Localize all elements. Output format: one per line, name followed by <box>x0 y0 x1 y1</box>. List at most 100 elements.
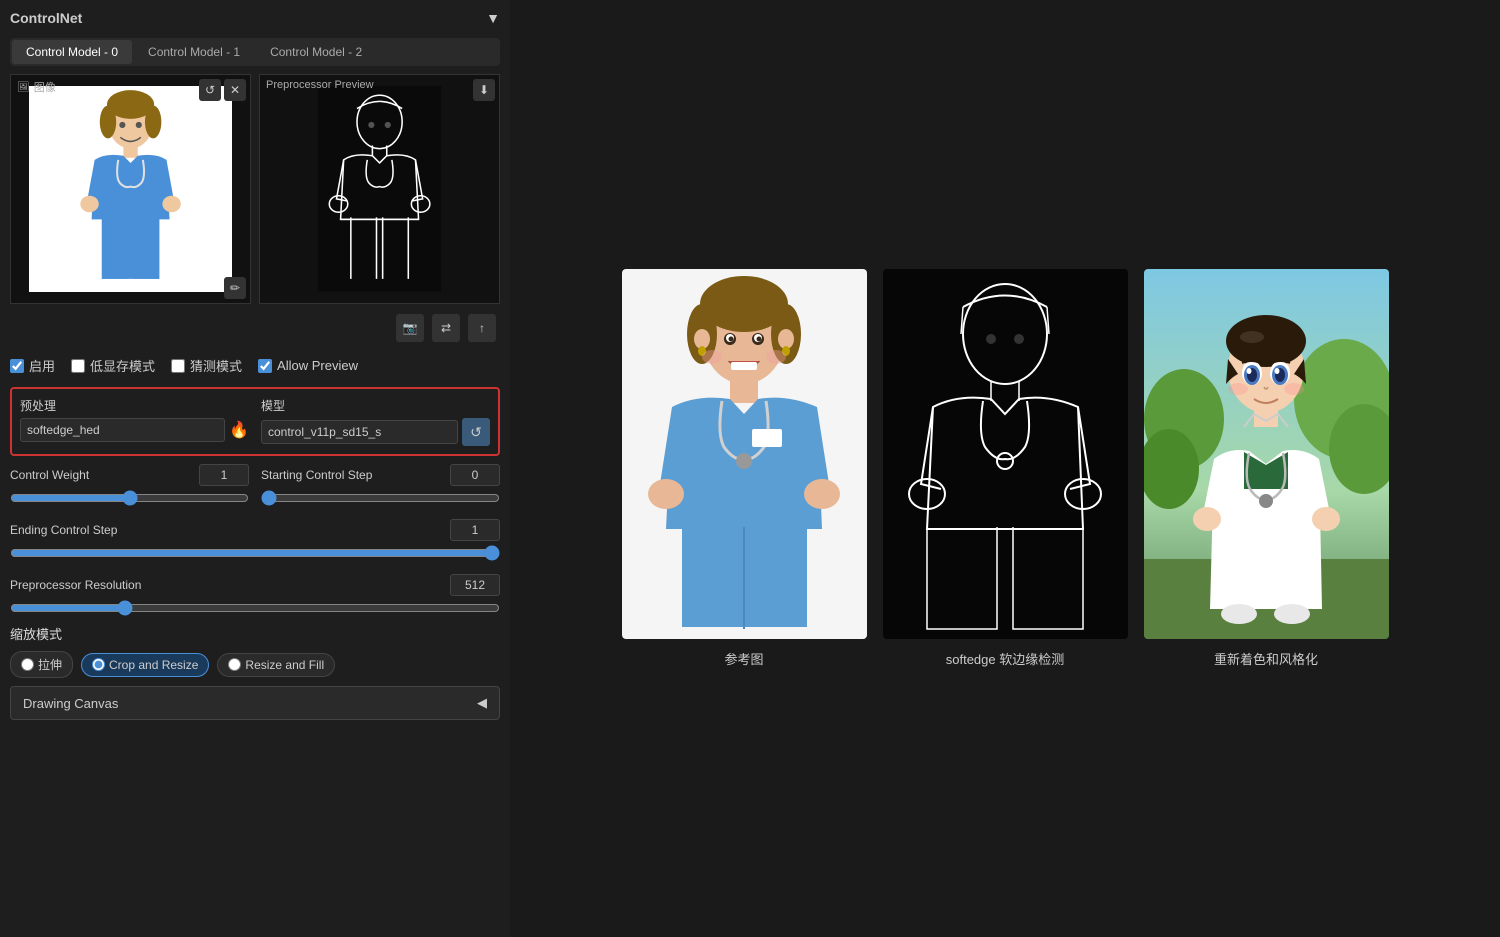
tab-control-model-2[interactable]: Control Model - 2 <box>256 40 376 64</box>
starting-step-slider-wrap <box>261 490 500 509</box>
preview-image-label: Preprocessor Preview <box>266 79 374 91</box>
control-weight-label-row: Control Weight <box>10 464 249 486</box>
preview-image-controls: ⬇ <box>473 79 495 101</box>
gallery-image-2 <box>1144 269 1389 639</box>
two-col-sliders: Control Weight Starting Control Step <box>10 464 500 509</box>
gallery-anime-svg <box>1144 269 1389 639</box>
gallery-item-0: 参考图 <box>622 269 867 668</box>
low-vram-label: 低显存模式 <box>90 356 155 375</box>
scale-mode-label: 缩放模式 <box>10 624 500 643</box>
starting-step-slider[interactable] <box>261 490 500 506</box>
enable-checkbox-item[interactable]: 启用 <box>10 356 55 375</box>
drawing-canvas-icon: ◀ <box>477 695 487 711</box>
low-vram-checkbox-item[interactable]: 低显存模式 <box>71 356 155 375</box>
guess-mode-label: 猜测模式 <box>190 356 242 375</box>
preprocessor-res-label-row: Preprocessor Resolution <box>10 574 500 596</box>
guess-mode-checkbox[interactable] <box>171 359 185 373</box>
download-preview-btn[interactable]: ⬇ <box>473 79 495 101</box>
model-col: 模型 control_v11p_sd15_s ↺ <box>261 397 490 446</box>
scale-stretch-label: 拉伸 <box>38 656 62 673</box>
ending-step-section: Ending Control Step <box>10 519 500 564</box>
scale-crop-resize-label: Crop and Resize <box>109 658 198 672</box>
gallery-image-1 <box>883 269 1128 639</box>
scale-resize-fill-label: Resize and Fill <box>245 658 324 672</box>
gallery-caption-2: 重新着色和风格化 <box>1214 649 1318 668</box>
enable-label: 启用 <box>29 356 55 375</box>
left-panel: ControlNet ▼ Control Model - 0 Control M… <box>0 0 510 937</box>
control-weight-label: Control Weight <box>10 468 89 482</box>
model-label: 模型 <box>261 397 490 414</box>
scale-resize-fill-item[interactable]: Resize and Fill <box>217 653 335 677</box>
tab-control-model-1[interactable]: Control Model - 1 <box>134 40 254 64</box>
drawing-canvas-label: Drawing Canvas <box>23 696 118 711</box>
edit-source-btn[interactable]: ✏ <box>224 277 246 299</box>
model-select-row: control_v11p_sd15_s ↺ <box>261 418 490 446</box>
model-section: 预处理 softedge_hed 🔥 模型 control_v11p_sd15_… <box>10 387 500 456</box>
gallery-nurse-svg <box>622 269 867 639</box>
panel-header: ControlNet ▼ <box>10 10 500 30</box>
swap-btn[interactable]: ⇄ <box>432 314 460 342</box>
checkbox-row: 启用 低显存模式 猜测模式 Allow Preview <box>10 352 500 379</box>
ending-step-label: Ending Control Step <box>10 523 117 537</box>
tabs-container: Control Model - 0 Control Model - 1 Cont… <box>10 38 500 66</box>
right-panel: 参考图 <box>510 0 1500 937</box>
preprocessor-col: 预处理 softedge_hed 🔥 <box>20 397 249 446</box>
ending-step-slider[interactable] <box>10 545 500 561</box>
gallery-image-0 <box>622 269 867 639</box>
control-weight-slider-wrap <box>10 490 249 509</box>
preview-image <box>278 86 481 291</box>
model-row: 预处理 softedge_hed 🔥 模型 control_v11p_sd15_… <box>20 397 490 446</box>
gallery-edge-svg <box>883 269 1128 639</box>
enable-checkbox[interactable] <box>10 359 24 373</box>
image-row: 🖼 图像 ↺ ✕ <box>10 74 500 304</box>
refresh-source-btn[interactable]: ↺ <box>199 79 221 101</box>
source-image <box>29 86 232 291</box>
tab-control-model-0[interactable]: Control Model - 0 <box>12 40 132 64</box>
control-weight-slider[interactable] <box>10 490 249 506</box>
model-refresh-btn[interactable]: ↺ <box>462 418 490 446</box>
ending-step-label-row: Ending Control Step <box>10 519 500 541</box>
preprocessor-label: 预处理 <box>20 397 249 414</box>
scale-stretch-item[interactable]: 拉伸 <box>10 651 73 678</box>
action-row: 📷 ⇄ ↑ <box>10 312 500 344</box>
close-source-btn[interactable]: ✕ <box>224 79 246 101</box>
scale-crop-resize-item[interactable]: Crop and Resize <box>81 653 209 677</box>
scale-resize-fill-radio[interactable] <box>228 658 241 671</box>
edge-preview-svg <box>278 86 481 291</box>
model-select[interactable]: control_v11p_sd15_s <box>261 420 458 444</box>
source-image-box: 🖼 图像 ↺ ✕ <box>10 74 251 304</box>
drawing-canvas-btn[interactable]: Drawing Canvas ◀ <box>10 686 500 720</box>
scale-stretch-radio[interactable] <box>21 658 34 671</box>
guess-mode-checkbox-item[interactable]: 猜测模式 <box>171 356 242 375</box>
preprocessor-res-slider[interactable] <box>10 600 500 616</box>
allow-preview-checkbox-item[interactable]: Allow Preview <box>258 358 358 373</box>
scale-mode-section: 缩放模式 拉伸 Crop and Resize Resize and Fill <box>10 624 500 678</box>
scale-mode-radio-row: 拉伸 Crop and Resize Resize and Fill <box>10 651 500 678</box>
nurse-photo-svg <box>29 86 232 291</box>
collapse-icon[interactable]: ▼ <box>486 10 500 26</box>
control-weight-value[interactable] <box>199 464 249 486</box>
source-image-controls: ↺ ✕ <box>199 79 246 101</box>
allow-preview-checkbox[interactable] <box>258 359 272 373</box>
panel-title: ControlNet <box>10 10 82 26</box>
send-btn[interactable]: ↑ <box>468 314 496 342</box>
starting-step-value[interactable] <box>450 464 500 486</box>
preprocessor-res-label: Preprocessor Resolution <box>10 578 141 592</box>
scale-crop-resize-radio[interactable] <box>92 658 105 671</box>
starting-step-label: Starting Control Step <box>261 468 372 482</box>
slider-section: Control Weight Starting Control Step End… <box>10 464 500 616</box>
gallery-caption-0: 参考图 <box>724 649 763 668</box>
source-image-label: 🖼 图像 <box>17 79 56 95</box>
preprocessor-select[interactable]: softedge_hed <box>20 418 225 442</box>
preview-image-box: Preprocessor Preview ⬇ <box>259 74 500 304</box>
starting-step-label-row: Starting Control Step <box>261 464 500 486</box>
ending-step-value[interactable] <box>450 519 500 541</box>
gallery-item-1: softedge 软边缘检测 <box>883 269 1128 668</box>
gallery-caption-1: softedge 软边缘检测 <box>946 649 1065 668</box>
allow-preview-label: Allow Preview <box>277 358 358 373</box>
low-vram-checkbox[interactable] <box>71 359 85 373</box>
preprocessor-res-value[interactable] <box>450 574 500 596</box>
preprocessor-select-row: softedge_hed 🔥 <box>20 418 249 442</box>
camera-btn[interactable]: 📷 <box>396 314 424 342</box>
fire-icon: 🔥 <box>229 420 249 440</box>
